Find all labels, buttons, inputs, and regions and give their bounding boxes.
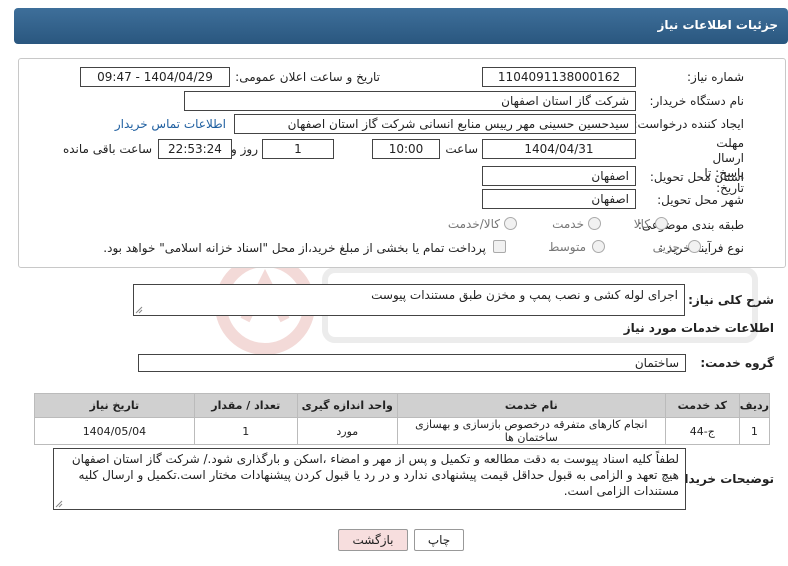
cell-service-name: انجام کارهای متفرقه درخصوص بازسازی و بهس… <box>396 417 666 445</box>
process-option-medium: متوسط <box>548 240 586 254</box>
col-unit: واحد اندازه گیری <box>296 393 398 418</box>
remaining-time-field: 22:53:24 <box>158 139 232 159</box>
col-need-date: تاریخ نیاز <box>34 393 195 418</box>
city-label: شهر محل تحویل: <box>657 193 744 207</box>
need-number-label: شماره نیاز: <box>687 70 744 84</box>
treasury-checkbox[interactable] <box>493 240 506 253</box>
col-service-name: نام خدمت <box>396 393 666 418</box>
deadline-date-field: 1404/04/31 <box>482 139 636 159</box>
category-radio-goods-service[interactable] <box>504 217 517 230</box>
province-field: اصفهان <box>482 166 636 186</box>
payment-note: پرداخت تمام یا بخشی از مبلغ خرید،از محل … <box>103 241 486 255</box>
services-table: ردیف کد خدمت نام خدمت واحد اندازه گیری ت… <box>34 393 771 445</box>
table-row: 1 ج-44 انجام کارهای متفرقه درخصوص بازساز… <box>34 417 771 445</box>
buyer-org-label: نام دستگاه خریدار: <box>649 94 745 108</box>
summary-field: اجرای لوله کشی و نصب پمپ و مخزن طبق مستن… <box>133 284 685 316</box>
days-field: 1 <box>262 139 334 159</box>
table-header-row: ردیف کد خدمت نام خدمت واحد اندازه گیری ت… <box>34 393 771 418</box>
announce-date-field: 1404/04/29 - 09:47 <box>80 67 230 87</box>
back-button[interactable]: بازگشت <box>338 529 408 551</box>
summary-text: اجرای لوله کشی و نصب پمپ و مخزن طبق مستن… <box>371 288 678 302</box>
page-title: جزئیات اطلاعات نیاز <box>657 18 778 32</box>
resize-grip-icon[interactable] <box>55 500 63 508</box>
deadline-time-label: ساعت <box>445 142 478 156</box>
deadline-label: مهلت ارسال پاسخ: تا تاریخ: <box>704 136 744 195</box>
page-header: جزئیات اطلاعات نیاز <box>14 8 788 44</box>
summary-label: شرح کلی نیاز: <box>688 293 774 307</box>
category-option-goods: کالا <box>633 217 650 231</box>
announce-date-label: تاریخ و ساعت اعلان عمومی: <box>235 70 380 84</box>
col-service-code: کد خدمت <box>664 393 740 418</box>
col-row-number: ردیف <box>738 393 771 418</box>
service-group-label: گروه خدمت: <box>700 356 774 370</box>
cell-service-code: ج-44 <box>664 417 740 445</box>
requester-label: ایجاد کننده درخواست: <box>633 117 744 131</box>
cell-need-date: 1404/05/04 <box>34 417 195 445</box>
services-section-title: اطلاعات خدمات مورد نیاز <box>623 321 774 335</box>
need-info-panel <box>18 58 786 268</box>
buyer-org-field: شرکت گاز استان اصفهان <box>184 91 636 111</box>
service-group-field: ساختمان <box>138 354 686 372</box>
process-radio-medium[interactable] <box>592 240 605 253</box>
process-option-minor: جزیی <box>652 240 680 254</box>
deadline-time-field: 10:00 <box>372 139 440 159</box>
buyer-notes-field: لطفاً کلیه اسناد پیوست به دقت مطالعه و ت… <box>53 448 686 510</box>
province-label: استان محل تحویل: <box>649 170 744 184</box>
buyer-notes-text: لطفاً کلیه اسناد پیوست به دقت مطالعه و ت… <box>71 452 679 498</box>
remaining-time-label: ساعت باقی مانده <box>62 142 152 156</box>
cell-unit: مورد <box>296 417 398 445</box>
process-radio-minor[interactable] <box>688 240 701 253</box>
category-radio-service[interactable] <box>588 217 601 230</box>
category-label: طبقه بندی موضوعی: <box>637 218 744 232</box>
category-radio-goods[interactable] <box>655 217 668 230</box>
city-field: اصفهان <box>482 189 636 209</box>
cell-quantity: 1 <box>193 417 298 445</box>
cell-row-number: 1 <box>738 417 771 445</box>
buyer-contact-link[interactable]: اطلاعات تماس خریدار <box>115 117 226 131</box>
category-option-goods-service: کالا/خدمت <box>447 217 500 231</box>
buyer-notes-label: توضیحات خریدار: <box>672 472 774 486</box>
need-number-field: 1104091138000162 <box>482 67 636 87</box>
print-button[interactable]: چاپ <box>414 529 464 551</box>
requester-field: سیدحسین حسینی مهر رییس منابع انسانی شرکت… <box>234 114 636 134</box>
days-label: روز و <box>231 142 258 156</box>
col-quantity: تعداد / مقدار <box>193 393 298 418</box>
category-option-service: خدمت <box>552 217 584 231</box>
resize-grip-icon[interactable] <box>135 306 143 314</box>
